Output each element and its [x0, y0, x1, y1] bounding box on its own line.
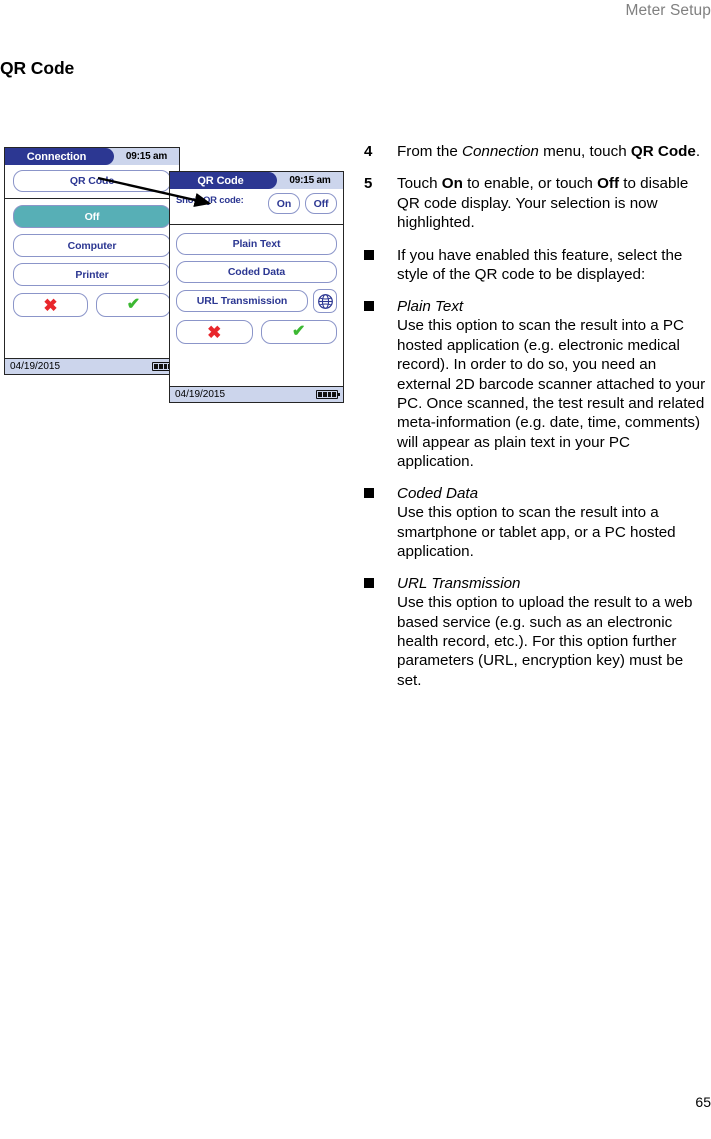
bullet-plain-text-heading: Plain Text [397, 297, 464, 315]
step-5-seg-2: to enable, or touch [462, 175, 598, 193]
check-icon: ✔ [292, 323, 306, 340]
screen2-option-coded-data[interactable]: Coded Data [176, 261, 337, 283]
screen1-option-printer[interactable]: Printer [13, 263, 171, 286]
screen1-option-off[interactable]: Off [13, 205, 171, 228]
screen2-row-url-transmission: URL Transmission [176, 289, 337, 313]
step-5-seg-3: Off [597, 175, 620, 193]
bullet-url-transmission: URL Transmission Use this option to uplo… [364, 574, 711, 691]
step-4-seg-4: . [695, 143, 701, 160]
cross-icon: ✖ [207, 322, 222, 342]
device-screen-qr-code: QR Code 09:15 am Show QR code: On Off Pl… [169, 171, 344, 403]
step-4: 4 From the Connection menu, touch QR Cod… [364, 142, 711, 161]
step-4-seg-1: Connection [462, 143, 539, 160]
square-bullet-icon [364, 246, 397, 285]
battery-full-icon [316, 390, 340, 399]
bullet-url-transmission-description: Use this option to upload the result to … [397, 594, 693, 689]
screen2-option-url-transmission[interactable]: URL Transmission [176, 290, 308, 312]
screen1-cancel-button[interactable]: ✖ [13, 293, 88, 317]
screen2-show-qr-label: Show QR code: [176, 195, 244, 206]
screen1-titlebar: Connection 09:15 am [5, 148, 179, 165]
screen2-time: 09:15 am [289, 175, 331, 186]
screen2-statusbar: 04/19/2015 [170, 386, 343, 402]
bullet-url-transmission-body: URL Transmission Use this option to uplo… [397, 574, 711, 691]
screen1-qr-code-button[interactable]: QR Code [13, 170, 171, 192]
figure-device-screens: Connection 09:15 am QR Code Off Computer… [0, 130, 350, 420]
square-bullet-icon [364, 484, 397, 562]
screen2-globe-button[interactable] [313, 289, 337, 313]
screen1-date: 04/19/2015 [10, 361, 61, 372]
bullet-coded-data-body: Coded Data Use this option to scan the r… [397, 484, 711, 562]
screen2-toggle-off[interactable]: Off [305, 193, 337, 214]
device-screen-connection: Connection 09:15 am QR Code Off Computer… [4, 147, 180, 375]
instructions-column: 4 From the Connection menu, touch QR Cod… [364, 142, 711, 702]
bullet-coded-data: Coded Data Use this option to scan the r… [364, 484, 711, 562]
bullet-plain-text-body: Plain Text Use this option to scan the r… [397, 297, 711, 472]
screen2-titlebar: QR Code 09:15 am [170, 172, 343, 189]
screen2-cancel-button[interactable]: ✖ [176, 320, 253, 344]
step-5-text: Touch On to enable, or touch Off to disa… [397, 174, 711, 232]
screen2-title: QR Code [170, 172, 277, 189]
page-title: QR Code [0, 57, 75, 78]
running-head: Meter Setup [625, 2, 711, 19]
bullet-coded-data-heading: Coded Data [397, 484, 479, 502]
step-5-number: 5 [364, 175, 373, 193]
step-5-seg-0: Touch [397, 175, 442, 193]
bullet-url-transmission-heading: URL Transmission [397, 574, 521, 592]
screen2-row-coded-data: Coded Data [176, 261, 337, 283]
step-4-text: From the Connection menu, touch QR Code. [397, 142, 711, 161]
screen1-time: 09:15 am [125, 151, 168, 162]
check-icon: ✔ [126, 296, 141, 313]
screen1-action-row: ✖ ✔ [13, 293, 171, 317]
step-4-number: 4 [364, 143, 373, 160]
step-5-seg-1: On [441, 175, 463, 193]
screen2-body: Plain Text Coded Data URL Transmission ✖… [170, 225, 343, 403]
screen1-subpanel: QR Code [5, 165, 179, 199]
screen2-option-plain-text[interactable]: Plain Text [176, 233, 337, 255]
screen1-title: Connection [5, 148, 114, 165]
step-4-seg-0: From the [397, 143, 462, 160]
screen2-row-plain-text: Plain Text [176, 233, 337, 255]
screen1-confirm-button[interactable]: ✔ [96, 293, 171, 317]
screen2-toggle-group: On Off [268, 193, 337, 214]
screen2-subpanel: Show QR code: On Off [170, 189, 343, 225]
screen2-action-row: ✖ ✔ [176, 320, 337, 344]
bullet-plain-text: Plain Text Use this option to scan the r… [364, 297, 711, 472]
globe-icon [317, 293, 333, 309]
step-4-seg-3: QR Code [630, 143, 696, 160]
bullet-intro: If you have enabled this feature, select… [364, 246, 711, 285]
page-number: 65 [695, 1094, 711, 1110]
square-bullet-icon [364, 297, 397, 472]
step-5: 5 Touch On to enable, or touch Off to di… [364, 174, 711, 232]
step-4-seg-2: menu, touch [538, 143, 631, 160]
cross-icon: ✖ [43, 295, 58, 315]
square-bullet-icon [364, 574, 397, 691]
screen2-confirm-button[interactable]: ✔ [260, 320, 337, 344]
bullet-plain-text-description: Use this option to scan the result into … [397, 317, 706, 471]
screen2-date: 04/19/2015 [175, 389, 226, 400]
screen1-statusbar: 04/19/2015 [5, 358, 179, 374]
screen1-body: Off Computer Printer ✖ ✔ [5, 199, 179, 373]
bullet-coded-data-description: Use this option to scan the result into … [397, 504, 676, 561]
screen2-toggle-on[interactable]: On [268, 193, 300, 214]
screen1-option-computer[interactable]: Computer [13, 234, 171, 257]
bullet-intro-text: If you have enabled this feature, select… [397, 246, 683, 284]
